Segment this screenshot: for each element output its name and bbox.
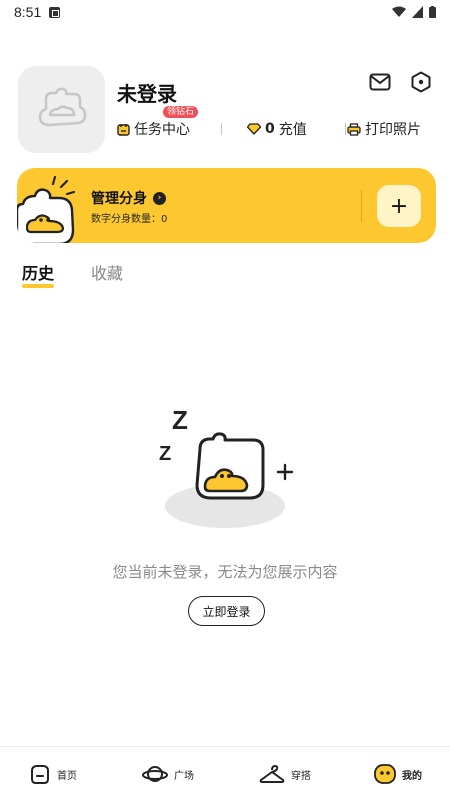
nav-item-mine[interactable]: 我的	[374, 763, 422, 785]
printer-icon	[347, 122, 361, 136]
battery-icon	[429, 6, 436, 18]
add-clone-button[interactable]: +	[377, 185, 421, 227]
signal-icon	[412, 6, 423, 18]
clone-count-text: 数字分身数量：0	[91, 214, 168, 225]
hanger-icon	[259, 765, 285, 783]
username[interactable]: 未登录	[117, 78, 177, 107]
login-now-button[interactable]: 立即登录	[188, 596, 265, 626]
stats-divider	[221, 123, 222, 135]
nav-outfit-label: 穿搭	[291, 770, 311, 782]
task-calendar-icon	[117, 123, 130, 136]
bottom-nav: 首页 广场 穿搭 我的	[0, 746, 450, 800]
print-photos-button[interactable]: 打印照片	[347, 119, 421, 139]
tab-favorites[interactable]: 收藏	[91, 260, 123, 284]
status-indicators	[392, 6, 436, 18]
clone-mascot-icon	[17, 175, 76, 243]
nav-plaza-label: 广场	[174, 770, 194, 782]
print-photos-label: 打印照片	[365, 122, 421, 138]
tab-history[interactable]: 历史	[22, 260, 55, 288]
chevron-right-icon: ›	[153, 191, 166, 205]
task-center-button[interactable]: 任务中心	[117, 119, 205, 139]
home-icon	[31, 765, 49, 784]
notification-icon	[49, 6, 61, 18]
status-time: 8:51	[14, 4, 42, 20]
avatar-placeholder-icon	[38, 87, 86, 126]
svg-text:Z: Z	[159, 443, 171, 465]
planet-icon	[142, 766, 168, 782]
sleeping-mascot-illustration: Z Z	[159, 405, 294, 528]
stats-divider	[345, 123, 346, 135]
manage-clone-title: 管理分身 ›	[91, 188, 166, 208]
recharge-count: 0	[265, 121, 275, 137]
reward-badge[interactable]: 领钻石	[163, 106, 199, 118]
mail-icon	[369, 73, 391, 91]
plus-icon: +	[389, 193, 409, 219]
settings-button[interactable]	[408, 70, 434, 94]
mine-face-icon	[374, 764, 396, 784]
nav-item-outfit[interactable]: 穿搭	[259, 763, 311, 785]
nav-item-plaza[interactable]: 广场	[142, 763, 194, 785]
clone-card-divider	[361, 190, 362, 222]
nav-mine-label: 我的	[402, 770, 422, 782]
nav-home-label: 首页	[57, 770, 77, 782]
wifi-icon	[392, 6, 406, 17]
stats-row: 任务中心 0 充值 打印照片	[117, 118, 437, 140]
task-center-label: 任务中心	[134, 122, 190, 138]
nav-item-home[interactable]: 首页	[29, 763, 77, 785]
recharge-label: 充值	[278, 122, 307, 138]
status-bar: 8:51	[0, 0, 450, 24]
not-logged-in-message: 您当前未登录，无法为您展示内容	[112, 563, 338, 581]
manage-clone-card[interactable]: 管理分身 › 数字分身数量：0 +	[17, 168, 436, 243]
recharge-button[interactable]: 0 充值	[247, 119, 319, 139]
avatar[interactable]	[18, 66, 105, 153]
svg-text:Z: Z	[172, 405, 188, 435]
hexagon-settings-icon	[411, 71, 431, 93]
mail-button[interactable]	[367, 70, 393, 94]
manage-clone-label: 管理分身	[91, 191, 147, 207]
diamond-icon	[247, 123, 261, 135]
